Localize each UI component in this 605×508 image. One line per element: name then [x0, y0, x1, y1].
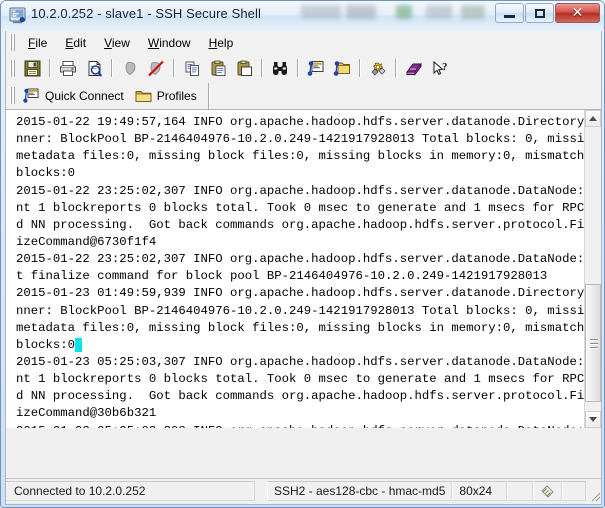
find-icon[interactable]	[268, 57, 292, 80]
toolbar: ?	[6, 54, 601, 83]
titlebar-artifact	[396, 5, 412, 19]
chevron-up-icon	[589, 116, 597, 121]
client-area: File Edit View Window Help ? Quick Conne…	[5, 31, 602, 505]
status-connection: Connected to 10.2.0.252	[6, 481, 255, 501]
menu-view[interactable]: View	[95, 34, 139, 52]
status-slot-3	[562, 481, 587, 501]
scroll-up-button[interactable]	[585, 110, 601, 127]
chevron-down-icon	[589, 417, 597, 422]
resize-grip-icon	[588, 489, 601, 502]
close-button[interactable]: ✕	[555, 3, 600, 23]
terminal-line: d NN processing. Got back commands org.a…	[16, 217, 584, 232]
resize-grip[interactable]	[586, 479, 601, 504]
new-terminal-icon[interactable]	[304, 57, 328, 80]
paste-icon[interactable]	[206, 57, 230, 80]
toolbar-separator	[395, 59, 397, 77]
scrollbar-thumb[interactable]	[585, 284, 601, 402]
print-icon[interactable]	[56, 57, 80, 80]
settings-icon[interactable]	[366, 57, 390, 80]
context-help-icon[interactable]: ?	[428, 57, 452, 80]
folder-icon	[135, 89, 152, 103]
copy-paste-icon[interactable]	[232, 57, 256, 80]
toolbar-separator	[297, 59, 299, 77]
connection-toolbar-grip[interactable]	[9, 87, 16, 104]
toolbar-separator	[261, 59, 263, 77]
terminal-line: nner: BlockPool BP-2146404976-10.2.0.249…	[16, 132, 584, 147]
titlebar-artifact	[461, 5, 485, 19]
toolbar-separator	[359, 59, 361, 77]
ssh-terminal-icon	[9, 7, 26, 24]
status-encryption-indicator	[533, 481, 563, 501]
terminal-line: metadata files:0, missing block files:0,…	[16, 320, 584, 335]
menu-edit[interactable]: Edit	[56, 34, 95, 52]
scroll-down-button[interactable]	[585, 411, 601, 428]
toolbar-separator	[49, 59, 51, 77]
terminal-line: 2015-01-23 05:25:03,308 INFO org.apache.…	[16, 423, 584, 428]
connect-icon[interactable]	[118, 57, 142, 80]
terminal-line: 2015-01-22 23:25:02,307 INFO org.apache.…	[16, 183, 584, 198]
status-terminal-size: 80x24	[452, 481, 508, 501]
new-file-transfer-icon[interactable]	[330, 57, 354, 80]
terminal-line: 2015-01-22 23:25:02,307 INFO org.apache.…	[16, 252, 584, 267]
titlebar-artifact	[301, 5, 341, 19]
terminal-output[interactable]: 2015-01-22 19:49:57,164 INFO org.apache.…	[6, 110, 584, 428]
menu-bar: File Edit View Window Help	[6, 31, 601, 55]
terminal-cursor	[75, 337, 83, 352]
terminal-line: izeCommand@6730f1f4	[16, 234, 157, 249]
status-bar: Connected to 10.2.0.252 SSH2 - aes128-cb…	[6, 478, 601, 504]
terminal-line: 2015-01-23 05:25:03,307 INFO org.apache.…	[16, 354, 584, 369]
status-slot-1	[507, 481, 534, 501]
profiles-button[interactable]: Profiles	[131, 87, 204, 105]
terminal-line: izeCommand@30b6b321	[16, 406, 157, 421]
scrollbar-grip-icon	[590, 339, 598, 349]
terminal-line: 2015-01-23 01:49:59,939 INFO org.apache.…	[16, 286, 584, 301]
menubar-grip[interactable]	[9, 34, 16, 51]
minimize-button[interactable]	[495, 3, 524, 23]
toolbar-separator	[111, 59, 113, 77]
connection-toolbar: Quick Connect Profiles	[6, 82, 601, 110]
terminal-scrollbar[interactable]	[584, 110, 601, 428]
quick-connect-button[interactable]: Quick Connect	[19, 86, 131, 106]
print-preview-icon[interactable]	[82, 57, 106, 80]
terminal-line: 2015-01-22 19:49:57,164 INFO org.apache.…	[16, 115, 584, 129]
menu-file[interactable]: File	[19, 34, 56, 52]
terminal-area: 2015-01-22 19:49:57,164 INFO org.apache.…	[6, 110, 601, 428]
terminal-line: blocks:0	[16, 166, 76, 181]
status-spacer	[255, 481, 267, 501]
terminal-line: blocks:0	[16, 337, 584, 354]
toolbar-grip[interactable]	[9, 59, 16, 77]
maximize-button[interactable]	[525, 3, 554, 23]
status-cipher: SSH2 - aes128-cbc - hmac-md5	[267, 481, 453, 501]
quick-connect-label: Quick Connect	[45, 88, 124, 103]
application-window: 10.2.0.252 - slave1 - SSH Secure Shell ✕…	[0, 0, 605, 508]
terminal-line: metadata files:0, missing block files:0,…	[16, 149, 584, 164]
save-icon[interactable]	[20, 57, 44, 80]
terminal-line: nt 1 blockreports 0 blocks total. Took 0…	[16, 200, 584, 215]
svg-text:?: ?	[442, 61, 448, 73]
menu-help[interactable]: Help	[200, 34, 243, 52]
profiles-label: Profiles	[156, 88, 197, 103]
terminal-line: d NN processing. Got back commands org.a…	[16, 389, 584, 404]
window-title: 10.2.0.252 - slave1 - SSH Secure Shell	[31, 6, 261, 21]
titlebar-artifact	[426, 5, 452, 19]
quick-connect-icon	[23, 88, 40, 104]
encryption-icon	[540, 484, 555, 499]
copy-icon[interactable]	[180, 57, 204, 80]
help-book-icon[interactable]	[402, 57, 426, 80]
terminal-line: nt 1 blockreports 0 blocks total. Took 0…	[16, 372, 584, 387]
window-controls: ✕	[495, 3, 600, 25]
terminal-line: t finalize command for block pool BP-214…	[16, 269, 548, 284]
toolbar-separator	[173, 59, 175, 77]
disconnect-icon[interactable]	[144, 57, 168, 80]
title-bar[interactable]: 10.2.0.252 - slave1 - SSH Secure Shell ✕	[1, 1, 604, 31]
menu-window[interactable]: Window	[139, 34, 200, 52]
titlebar-artifact	[346, 5, 376, 19]
terminal-line: nner: BlockPool BP-2146404976-10.2.0.249…	[16, 303, 584, 318]
